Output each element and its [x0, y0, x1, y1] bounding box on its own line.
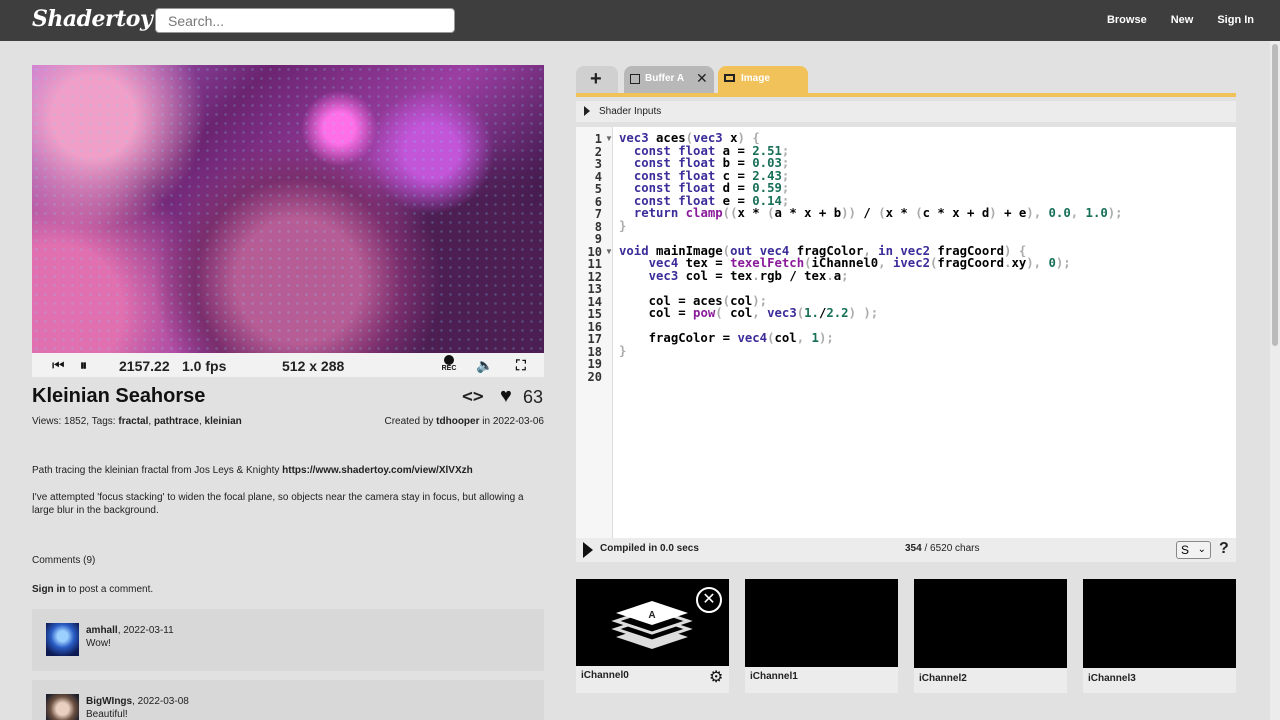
- shader-inputs-toggle[interactable]: Shader Inputs: [576, 101, 1236, 122]
- nav-browse[interactable]: Browse: [1107, 14, 1147, 26]
- close-tab-icon[interactable]: ✕: [696, 70, 708, 87]
- chars-total: / 6520 chars: [921, 543, 980, 554]
- plus-icon: +: [590, 68, 602, 90]
- created-prefix: Created by: [384, 416, 437, 427]
- chevron-down-icon: ⌄: [1197, 544, 1206, 555]
- tab-accent-line: [576, 93, 1236, 97]
- resolution-display: 512 x 288: [282, 358, 345, 374]
- tag-fractal[interactable]: fractal: [118, 416, 148, 427]
- desc-text-2: I've attempted 'focus stacking' to widen…: [32, 492, 524, 516]
- tab-image[interactable]: Image: [718, 66, 808, 94]
- add-tab-button[interactable]: +: [576, 66, 618, 94]
- shader-title: Kleinian Seahorse: [32, 385, 206, 407]
- time-display: 2157.22: [119, 358, 170, 374]
- fold-marker-icon[interactable]: ▼: [605, 134, 613, 143]
- fullscreen-icon[interactable]: ⛶: [516, 356, 526, 374]
- rec-label: REC: [441, 365, 457, 372]
- gear-icon[interactable]: ⚙: [709, 667, 723, 687]
- remove-channel-icon[interactable]: ✕: [696, 587, 722, 613]
- like-count: 63: [523, 387, 544, 407]
- comment-user[interactable]: BigWIngs: [86, 696, 132, 707]
- buffer-square-icon: [630, 74, 640, 84]
- author-link[interactable]: tdhooper: [436, 416, 479, 427]
- comment-header: amhall, 2022-03-11: [86, 625, 174, 636]
- channel-label: iChannel2: [919, 673, 967, 684]
- channel-1[interactable]: iChannel1: [745, 579, 898, 693]
- search-input[interactable]: [155, 8, 455, 33]
- channel-0-preview[interactable]: A ✕: [576, 579, 729, 666]
- tag-kleinian[interactable]: kleinian: [205, 416, 242, 427]
- record-dot-icon: [444, 355, 454, 365]
- created-by: Created by tdhooper in 2022-03-06: [384, 416, 544, 427]
- fractal-texture: [32, 65, 544, 353]
- volume-icon[interactable]: 🔈: [476, 356, 493, 374]
- compile-play-icon[interactable]: [583, 542, 593, 558]
- player-controls: ⏮ ⏸ 2157.22 1.0 fps 512 x 288 REC 🔈 ⛶: [32, 353, 544, 377]
- comment-item: BigWIngs, 2022-03-08 Beautiful!: [32, 680, 544, 720]
- desc-link[interactable]: https://www.shadertoy.com/view/XlVXzh: [282, 465, 473, 476]
- tag-pathtrace[interactable]: pathtrace: [154, 416, 199, 427]
- channel-2-preview[interactable]: [914, 579, 1067, 668]
- shader-description: Path tracing the kleinian fractal from J…: [32, 464, 542, 531]
- code-editor[interactable]: 1 2 3 4 5 6 7 8 9 10 11 12 13 14 15 16 1…: [576, 127, 1236, 538]
- monitor-icon: [724, 74, 735, 82]
- nav-new[interactable]: New: [1171, 14, 1194, 26]
- fps-display: 1.0 fps: [182, 358, 227, 374]
- expand-triangle-icon: [584, 106, 590, 116]
- line-number: 20: [587, 369, 602, 384]
- comment-item: amhall, 2022-03-11 Wow!: [32, 609, 544, 671]
- created-date: in 2022-03-06: [479, 416, 544, 427]
- comment-text: Wow!: [86, 638, 111, 649]
- code-text[interactable]: vec3 aces(vec3 x) { const float a = 2.51…: [619, 132, 1123, 357]
- channel-2[interactable]: iChannel2: [914, 579, 1067, 693]
- tab-image-label: Image: [741, 73, 770, 84]
- signin-note: Sign in to post a comment.: [32, 584, 153, 595]
- comment-user[interactable]: amhall: [86, 625, 118, 636]
- channel-3-preview[interactable]: [1083, 579, 1236, 668]
- embed-code-icon[interactable]: <>: [462, 386, 484, 407]
- fold-marker-icon[interactable]: ▼: [605, 247, 613, 256]
- comment-date: , 2022-03-08: [132, 696, 189, 707]
- signin-suffix: to post a comment.: [65, 584, 154, 595]
- desc-text-1: Path tracing the kleinian fractal from J…: [32, 465, 283, 476]
- comment-date: , 2022-03-11: [117, 625, 174, 636]
- views-label: Views: 1852, Tags:: [32, 416, 119, 427]
- tab-buffer-a-label: Buffer A: [645, 73, 685, 84]
- shader-preview-canvas[interactable]: [32, 65, 544, 353]
- channel-label: iChannel0: [581, 670, 629, 681]
- channel-0[interactable]: A ✕ iChannel0 ⚙: [576, 579, 729, 693]
- views-tags: Views: 1852, Tags: fractal, pathtrace, k…: [32, 416, 242, 427]
- avatar[interactable]: [46, 623, 79, 656]
- top-bar: Shadertoy Browse New Sign In: [0, 0, 1280, 41]
- signin-link[interactable]: Sign in: [32, 584, 65, 595]
- top-nav: Browse New Sign In: [1107, 14, 1254, 26]
- tab-buffer-a[interactable]: Buffer A ✕: [624, 66, 714, 94]
- avatar[interactable]: [46, 694, 79, 720]
- nav-sign-in[interactable]: Sign In: [1217, 14, 1254, 26]
- comment-text: Beautiful!: [86, 709, 128, 720]
- like-heart-icon[interactable]: ♥: [500, 385, 512, 408]
- pause-icon[interactable]: ⏸: [80, 356, 87, 374]
- comments-heading: Comments (9): [32, 555, 96, 566]
- line-number-gutter: 1 2 3 4 5 6 7 8 9 10 11 12 13 14 15 16 1…: [576, 127, 613, 538]
- font-size-select[interactable]: S ⌄: [1176, 541, 1211, 559]
- font-size-value: S: [1181, 543, 1190, 557]
- record-button[interactable]: REC: [439, 355, 459, 375]
- compile-status: Compiled in 0.0 secs: [600, 543, 699, 554]
- char-count: 354 / 6520 chars: [905, 543, 980, 554]
- rewind-icon[interactable]: ⏮: [52, 356, 65, 374]
- channel-1-preview[interactable]: [745, 579, 898, 667]
- comment-header: BigWIngs, 2022-03-08: [86, 696, 189, 707]
- compile-status-bar: Compiled in 0.0 secs 354 / 6520 chars: [576, 538, 1236, 562]
- chars-used: 354: [905, 543, 922, 554]
- shader-inputs-label: Shader Inputs: [599, 106, 662, 117]
- help-button[interactable]: ?: [1219, 540, 1229, 558]
- scrollbar-thumb[interactable]: [1272, 44, 1278, 346]
- channel-label: iChannel1: [750, 671, 798, 682]
- svg-text:A: A: [648, 610, 655, 621]
- channel-3[interactable]: iChannel3: [1083, 579, 1236, 693]
- shadertoy-logo[interactable]: Shadertoy: [32, 6, 153, 32]
- channel-label: iChannel3: [1088, 673, 1136, 684]
